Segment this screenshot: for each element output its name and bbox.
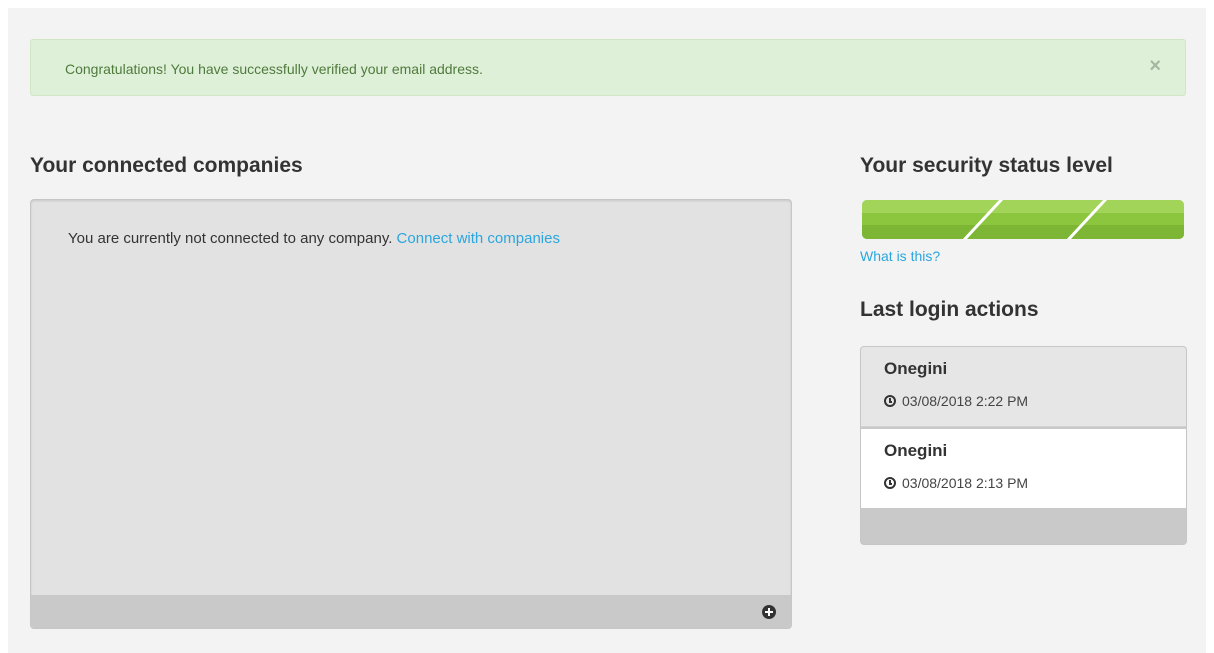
clock-icon [884,395,896,407]
connect-with-companies-link[interactable]: Connect with companies [397,230,560,247]
success-alert: Congratulations! You have successfully v… [30,39,1186,96]
login-timestamp: 03/08/2018 2:13 PM [884,475,1028,491]
security-level-bar [862,200,1184,239]
companies-empty-message: You are currently not connected to any c… [68,230,560,247]
login-app-name: Onegini [884,359,948,378]
login-time-text: 03/08/2018 2:22 PM [902,393,1029,409]
last-login-panel: Onegini 03/08/2018 2:22 PM Onegini 03/08… [860,346,1187,545]
close-icon[interactable]: × [1149,54,1161,78]
connected-companies-panel: You are currently not connected to any c… [30,199,792,629]
login-timestamp: 03/08/2018 2:22 PM [884,393,1028,409]
login-item: Onegini 03/08/2018 2:22 PM [861,347,1186,427]
connected-companies-title: Your connected companies [30,154,303,177]
last-login-title: Last login actions [860,298,1039,321]
login-item: Onegini 03/08/2018 2:13 PM [861,429,1186,508]
empty-message-text: You are currently not connected to any c… [68,230,393,247]
login-time-text: 03/08/2018 2:13 PM [902,475,1029,491]
page: Congratulations! You have successfully v… [8,8,1206,653]
login-app-name: Onegini [884,441,948,460]
what-is-this-link[interactable]: What is this? [860,248,940,264]
clock-icon [884,477,896,489]
companies-panel-footer [31,595,791,628]
add-company-icon[interactable] [762,605,776,619]
security-status-title: Your security status level [860,154,1113,177]
alert-message: Congratulations! You have successfully v… [65,61,483,77]
